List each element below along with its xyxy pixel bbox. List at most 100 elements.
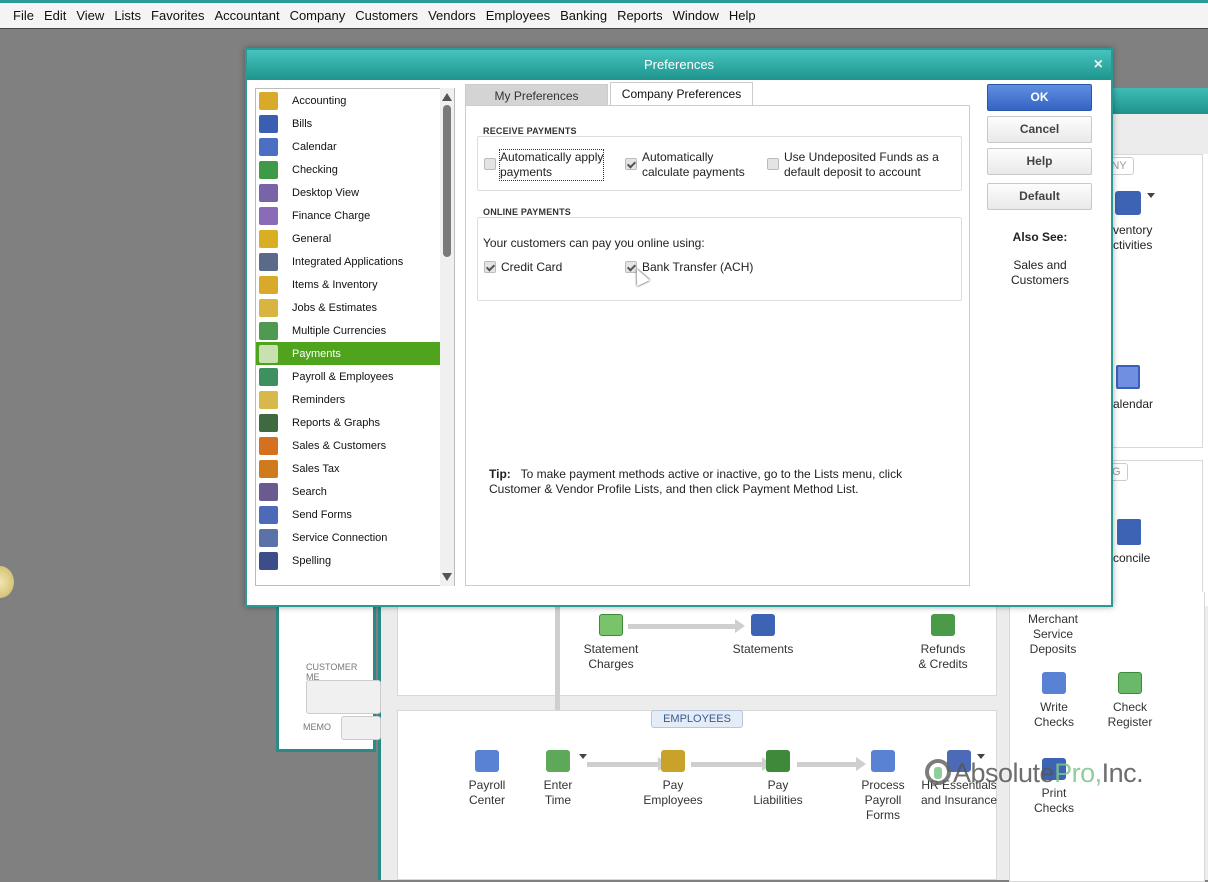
auto-calculate-checkbox[interactable] (625, 158, 637, 170)
flow-arrow (797, 757, 866, 771)
inventory-activities-link[interactable]: ventory ctivities (1113, 223, 1152, 253)
category-reminders[interactable]: Reminders (256, 388, 454, 411)
category-label: Items & Inventory (292, 278, 378, 291)
customer-memo-field[interactable] (306, 680, 381, 714)
category-payroll-employees[interactable]: Payroll & Employees (256, 365, 454, 388)
accounting-icon (259, 91, 278, 110)
menu-employees[interactable]: Employees (481, 8, 555, 23)
statement-charges-link[interactable]: Statement Charges (571, 614, 651, 672)
payroll-center-link[interactable]: Payroll Center (459, 750, 515, 808)
auto-apply-checkbox[interactable] (484, 158, 496, 170)
memo-label: MEMO (303, 722, 331, 732)
menu-customers[interactable]: Customers (350, 8, 423, 23)
category-finance-charge[interactable]: Finance Charge (256, 204, 454, 227)
tab-my-preferences[interactable]: My Preferences (465, 84, 608, 106)
category-label: General (292, 232, 332, 245)
menu-accountant[interactable]: Accountant (210, 8, 285, 23)
memo-field[interactable] (341, 716, 381, 740)
category-label: Multiple Currencies (292, 324, 387, 337)
menu-help[interactable]: Help (724, 8, 761, 23)
sales-customers-icon (259, 436, 278, 455)
enter-time-link[interactable]: Enter Time (533, 750, 583, 808)
menu-favorites[interactable]: Favorites (146, 8, 209, 23)
sales-customers-link[interactable]: Sales and Customers (987, 258, 1093, 288)
scroll-thumb[interactable] (443, 105, 451, 257)
reconcile-link[interactable]: concile (1113, 551, 1150, 566)
refunds-credits-link[interactable]: Refunds & Credits (906, 614, 980, 672)
close-icon[interactable]: × (1094, 50, 1103, 80)
scroll-down-icon[interactable] (442, 573, 452, 581)
pay-employees-link[interactable]: Pay Employees (633, 750, 713, 808)
category-sales-customers[interactable]: Sales & Customers (256, 434, 454, 457)
pay-liabilities-link[interactable]: Pay Liabilities (743, 750, 813, 808)
menu-banking[interactable]: Banking (555, 8, 612, 23)
category-calendar[interactable]: Calendar (256, 135, 454, 158)
ok-button[interactable]: OK (987, 84, 1092, 111)
credit-card-checkbox[interactable] (484, 261, 496, 273)
customer-memo-label: CUSTOMER ME (306, 662, 358, 682)
category-search[interactable]: Search (256, 480, 454, 503)
category-spelling[interactable]: Spelling (256, 549, 454, 572)
menu-vendors[interactable]: Vendors (423, 8, 481, 23)
desktop-orb (0, 566, 14, 598)
auto-apply-label[interactable]: Automatically apply payments (498, 149, 605, 181)
category-checking[interactable]: Checking (256, 158, 454, 181)
default-button[interactable]: Default (987, 183, 1092, 210)
calendar-icon (259, 137, 278, 156)
statement-charges-icon (599, 614, 623, 636)
menu-lists[interactable]: Lists (109, 8, 146, 23)
check-register-label: Check Register (1107, 700, 1153, 729)
statements-link[interactable]: Statements (721, 614, 805, 657)
write-checks-link[interactable]: Write Checks (1026, 672, 1082, 730)
menu-view[interactable]: View (71, 8, 109, 23)
merchant-deposits-link[interactable]: Merchant Service Deposits (1022, 612, 1084, 657)
auto-calculate-label[interactable]: Automatically calculate payments (642, 150, 745, 180)
category-service-connection[interactable]: Service Connection (256, 526, 454, 549)
absolutepro-watermark: AbsolutePro,Inc. (925, 758, 1144, 789)
help-button[interactable]: Help (987, 148, 1092, 175)
preferences-dialog: Preferences × Accounting Bills Calendar Che… (245, 48, 1113, 607)
tip-text: Tip: To make payment methods active or i… (489, 467, 929, 497)
menu-edit[interactable]: Edit (39, 8, 71, 23)
enter-time-dropdown-icon[interactable] (579, 754, 587, 759)
category-label: Sales & Customers (292, 439, 387, 452)
category-multiple-currencies[interactable]: Multiple Currencies (256, 319, 454, 342)
undeposited-funds-label[interactable]: Use Undeposited Funds as a default depos… (784, 150, 939, 180)
absolutepro-logo-icon (925, 759, 951, 785)
company-panel: ANY ventory ctivities alendar (1097, 154, 1203, 448)
category-general[interactable]: General (256, 227, 454, 250)
menu-file[interactable]: File (8, 8, 39, 23)
menu-bar: File Edit View Lists Favorites Accountant Comp… (0, 0, 1208, 29)
category-send-forms[interactable]: Send Forms (256, 503, 454, 526)
check-register-link[interactable]: Check Register (1098, 672, 1162, 730)
category-reports-graphs[interactable]: Reports & Graphs (256, 411, 454, 434)
general-icon (259, 229, 278, 248)
process-payroll-forms-link[interactable]: Process Payroll Forms (853, 750, 913, 823)
category-desktop-view[interactable]: Desktop View (256, 181, 454, 204)
category-sales-tax[interactable]: Sales Tax (256, 457, 454, 480)
category-jobs-estimates[interactable]: Jobs & Estimates (256, 296, 454, 319)
inventory-dropdown-icon[interactable] (1147, 193, 1155, 198)
menu-company[interactable]: Company (285, 8, 351, 23)
scroll-up-icon[interactable] (442, 93, 452, 101)
bank-transfer-label[interactable]: Bank Transfer (ACH) (642, 260, 753, 275)
category-scrollbar[interactable] (440, 88, 454, 586)
statements-icon (751, 614, 775, 636)
category-label: Accounting (292, 94, 347, 107)
menu-reports[interactable]: Reports (612, 8, 668, 23)
category-accounting[interactable]: Accounting (256, 89, 454, 112)
reports-graphs-icon (259, 413, 278, 432)
dialog-titlebar[interactable]: Preferences × (247, 50, 1111, 80)
tab-company-preferences[interactable]: Company Preferences (610, 82, 753, 106)
undeposited-funds-checkbox[interactable] (767, 158, 779, 170)
credit-card-label[interactable]: Credit Card (501, 260, 562, 275)
category-integrated-applications[interactable]: Integrated Applications (256, 250, 454, 273)
category-payments[interactable]: Payments (256, 342, 454, 365)
category-bills[interactable]: Bills (256, 112, 454, 135)
category-items-inventory[interactable]: Items & Inventory (256, 273, 454, 296)
desktop-view-icon (259, 183, 278, 202)
refunds-label: Refunds & Credits (918, 642, 968, 671)
calendar-link[interactable]: alendar (1113, 397, 1153, 412)
menu-window[interactable]: Window (668, 8, 724, 23)
cancel-button[interactable]: Cancel (987, 116, 1092, 143)
